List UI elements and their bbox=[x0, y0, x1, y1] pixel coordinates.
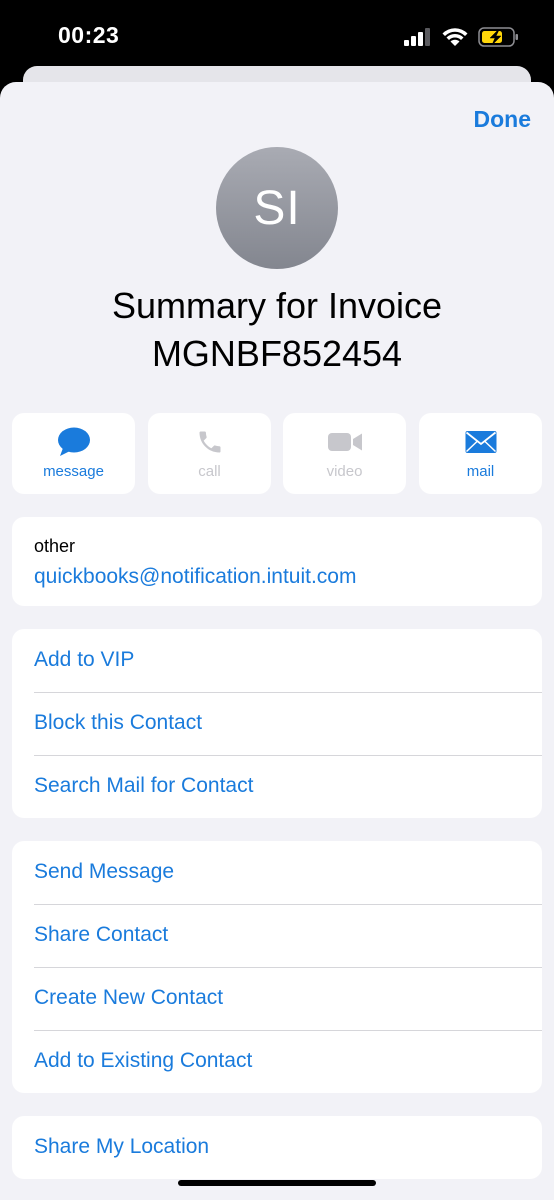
contact-actions-card: Send Message Share Contact Create New Co… bbox=[12, 841, 542, 1093]
share-location-label: Share My Location bbox=[34, 1135, 210, 1158]
battery-charging-icon bbox=[478, 27, 518, 47]
call-action-label: call bbox=[198, 463, 221, 480]
video-camera-icon bbox=[327, 433, 362, 451]
send-message-label: Send Message bbox=[34, 860, 175, 883]
block-contact-row[interactable]: Block this Contact bbox=[12, 692, 542, 755]
create-new-contact-row[interactable]: Create New Contact bbox=[12, 967, 542, 1030]
contact-card-sheet: Done SI Summary for Invoice MGNBF852454 … bbox=[0, 82, 554, 1200]
contact-name-line2: MGNBF852454 bbox=[151, 333, 403, 374]
create-new-contact-label: Create New Contact bbox=[34, 986, 224, 1009]
send-message-row[interactable]: Send Message bbox=[12, 841, 542, 904]
envelope-icon bbox=[465, 431, 496, 453]
quick-actions: message call video mail bbox=[12, 413, 542, 494]
video-action-label: video bbox=[326, 463, 363, 480]
home-indicator bbox=[178, 1180, 376, 1186]
status-time: 00:23 bbox=[58, 22, 120, 48]
contact-options-card: Add to VIP Block this Contact Search Mai… bbox=[12, 629, 542, 818]
share-contact-row[interactable]: Share Contact bbox=[12, 904, 542, 967]
search-mail-row[interactable]: Search Mail for Contact bbox=[12, 755, 542, 818]
call-action-button[interactable]: call bbox=[148, 413, 271, 494]
share-location-row[interactable]: Share My Location bbox=[12, 1116, 542, 1179]
mail-action-button[interactable]: mail bbox=[419, 413, 542, 494]
status-icons bbox=[404, 27, 518, 47]
mail-action-label: mail bbox=[466, 463, 495, 480]
cellular-signal-icon bbox=[404, 28, 430, 46]
location-card: Share My Location bbox=[12, 1116, 542, 1179]
add-to-existing-contact-row[interactable]: Add to Existing Contact bbox=[12, 1030, 542, 1093]
message-bubble-icon bbox=[57, 427, 90, 456]
wifi-icon bbox=[442, 28, 468, 46]
add-to-vip-row[interactable]: Add to VIP bbox=[12, 629, 542, 692]
search-mail-label: Search Mail for Contact bbox=[34, 774, 254, 797]
share-contact-label: Share Contact bbox=[34, 923, 169, 946]
block-contact-label: Block this Contact bbox=[34, 711, 203, 734]
contact-name: Summary for Invoice MGNBF852454 bbox=[0, 282, 554, 378]
contact-name-line1: Summary for Invoice bbox=[111, 285, 443, 326]
video-action-button[interactable]: video bbox=[283, 413, 406, 494]
email-info-card: other quickbooks@notification.intuit.com bbox=[12, 517, 542, 606]
done-button[interactable]: Done bbox=[474, 106, 532, 133]
avatar: SI bbox=[216, 147, 338, 269]
add-to-vip-label: Add to VIP bbox=[34, 648, 135, 671]
message-action-button[interactable]: message bbox=[12, 413, 135, 494]
add-to-existing-contact-label: Add to Existing Contact bbox=[34, 1049, 253, 1072]
email-address-link[interactable]: quickbooks@notification.intuit.com bbox=[34, 565, 356, 589]
phone-icon bbox=[199, 431, 220, 453]
avatar-initials: SI bbox=[253, 181, 301, 235]
status-bar: 00:23 bbox=[0, 0, 554, 70]
email-type-label: other bbox=[34, 536, 76, 556]
message-action-label: message bbox=[43, 463, 104, 480]
